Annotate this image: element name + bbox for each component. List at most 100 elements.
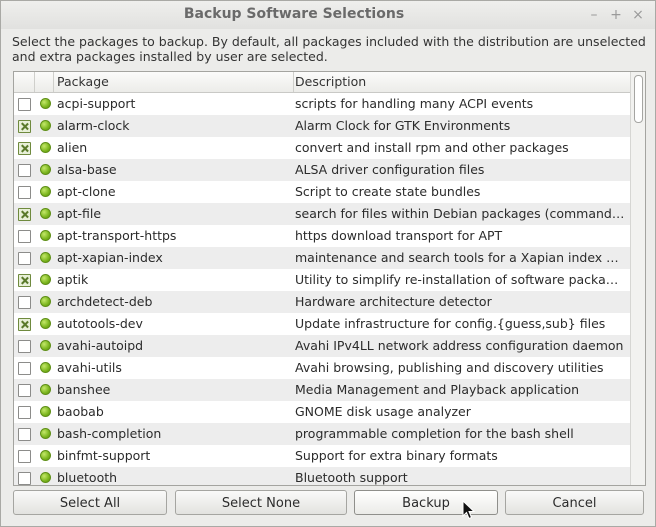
table-row[interactable]: alsa-base ALSA driver configuration files xyxy=(14,159,630,181)
status-dot-icon xyxy=(40,186,51,197)
table-row[interactable]: banshee Media Management and Playback app… xyxy=(14,379,630,401)
status-dot-icon xyxy=(40,98,51,109)
table-row[interactable]: baobab GNOME disk usage analyzer xyxy=(14,401,630,423)
package-description: Update infrastructure for config.{guess,… xyxy=(295,316,606,331)
package-name: alarm-clock xyxy=(57,118,130,133)
row-checkbox[interactable] xyxy=(18,472,31,485)
row-checkbox[interactable] xyxy=(18,252,31,265)
package-description: Support for extra binary formats xyxy=(295,448,498,463)
column-header-checkbox[interactable] xyxy=(14,72,35,92)
cancel-button[interactable]: Cancel xyxy=(505,490,644,515)
package-name: banshee xyxy=(57,382,111,397)
status-dot-icon xyxy=(40,142,51,153)
row-checkbox[interactable] xyxy=(18,406,31,419)
vertical-scrollbar[interactable] xyxy=(630,72,645,485)
table-row[interactable]: binfmt-support Support for extra binary f… xyxy=(14,445,630,467)
status-dot-icon xyxy=(40,296,51,307)
package-description: search for files within Debian packages … xyxy=(295,206,625,221)
package-rows: acpi-support scripts for handling many AC… xyxy=(14,93,630,485)
status-dot-icon xyxy=(40,384,51,395)
table-row[interactable]: avahi-utils Avahi browsing, publishing an… xyxy=(14,357,630,379)
package-name: autotools-dev xyxy=(57,316,143,331)
status-dot-icon xyxy=(40,362,51,373)
package-name: alien xyxy=(57,140,88,155)
package-list[interactable]: Package Description acpi-support scripts … xyxy=(13,71,646,486)
table-row[interactable]: alarm-clock Alarm Clock for GTK Environme… xyxy=(14,115,630,137)
table-row[interactable]: bash-completion programmable completion f… xyxy=(14,423,630,445)
row-checkbox[interactable] xyxy=(18,120,31,133)
row-checkbox[interactable] xyxy=(18,142,31,155)
status-dot-icon xyxy=(40,318,51,329)
package-name: apt-file xyxy=(57,206,102,221)
status-dot-icon xyxy=(40,428,51,439)
package-description: ALSA driver configuration files xyxy=(295,162,485,177)
column-header-description[interactable]: Description xyxy=(294,72,630,92)
table-row[interactable]: apt-transport-https https download transp… xyxy=(14,225,630,247)
package-name: aptik xyxy=(57,272,89,287)
row-checkbox[interactable] xyxy=(18,230,31,243)
column-header-package[interactable]: Package xyxy=(54,72,294,92)
status-dot-icon xyxy=(40,406,51,417)
package-description: scripts for handling many ACPI events xyxy=(295,96,534,111)
list-header: Package Description xyxy=(14,72,630,93)
row-checkbox[interactable] xyxy=(18,362,31,375)
scrollbar-thumb[interactable] xyxy=(634,75,643,123)
window-title: Backup Software Selections xyxy=(183,6,405,22)
row-checkbox[interactable] xyxy=(18,274,31,287)
package-name: baobab xyxy=(57,404,104,419)
package-description: convert and install rpm and other packag… xyxy=(295,140,569,155)
package-name: apt-clone xyxy=(57,184,116,199)
row-checkbox[interactable] xyxy=(18,450,31,463)
package-name: binfmt-support xyxy=(57,448,151,463)
table-row[interactable]: archdetect-deb Hardware architecture dete… xyxy=(14,291,630,313)
row-checkbox[interactable] xyxy=(18,164,31,177)
table-row[interactable]: apt-file search for files within Debian p… xyxy=(14,203,630,225)
row-checkbox[interactable] xyxy=(18,296,31,309)
status-dot-icon xyxy=(40,340,51,351)
table-row[interactable]: acpi-support scripts for handling many AC… xyxy=(14,93,630,115)
row-checkbox[interactable] xyxy=(18,186,31,199)
mouse-pointer-icon xyxy=(462,500,476,520)
package-name: avahi-autoipd xyxy=(57,338,144,353)
select-all-button[interactable]: Select All xyxy=(13,490,167,515)
status-dot-icon xyxy=(40,230,51,241)
table-row[interactable]: alien convert and install rpm and other p… xyxy=(14,137,630,159)
minimize-icon[interactable]: – xyxy=(585,6,603,24)
maximize-icon[interactable]: + xyxy=(607,6,625,24)
instructions-text: Select the packages to backup. By defaul… xyxy=(12,34,646,64)
row-checkbox[interactable] xyxy=(18,384,31,397)
title-bar[interactable]: Backup Software Selections – + × xyxy=(1,1,655,29)
package-name: alsa-base xyxy=(57,162,117,177)
status-dot-icon xyxy=(40,274,51,285)
column-header-status[interactable] xyxy=(35,72,54,92)
package-description: https download transport for APT xyxy=(295,228,503,243)
close-icon[interactable]: × xyxy=(629,6,647,24)
package-description: Media Management and Playback applicatio… xyxy=(295,382,580,397)
table-row[interactable]: autotools-dev Update infrastructure for c… xyxy=(14,313,630,335)
row-checkbox[interactable] xyxy=(18,98,31,111)
package-name: archdetect-deb xyxy=(57,294,153,309)
package-description: programmable completion for the bash she… xyxy=(295,426,574,441)
row-checkbox[interactable] xyxy=(18,340,31,353)
status-dot-icon xyxy=(40,164,51,175)
status-dot-icon xyxy=(40,252,51,263)
select-none-button[interactable]: Select None xyxy=(175,490,347,515)
table-row[interactable]: bluetooth Bluetooth support xyxy=(14,467,630,485)
package-description: Avahi browsing, publishing and discovery… xyxy=(295,360,604,375)
package-description: Hardware architecture detector xyxy=(295,294,492,309)
backup-button[interactable]: Backup xyxy=(354,490,498,515)
status-dot-icon xyxy=(40,208,51,219)
status-dot-icon xyxy=(40,472,51,483)
row-checkbox[interactable] xyxy=(18,208,31,221)
package-description: Alarm Clock for GTK Environments xyxy=(295,118,511,133)
package-description: Bluetooth support xyxy=(295,470,408,485)
row-checkbox[interactable] xyxy=(18,428,31,441)
status-dot-icon xyxy=(40,450,51,461)
table-row[interactable]: apt-clone Script to create state bundles xyxy=(14,181,630,203)
table-row[interactable]: aptik Utility to simplify re-installation… xyxy=(14,269,630,291)
table-row[interactable]: apt-xapian-index maintenance and search t… xyxy=(14,247,630,269)
package-description: Script to create state bundles xyxy=(295,184,481,199)
table-row[interactable]: avahi-autoipd Avahi IPv4LL network addres… xyxy=(14,335,630,357)
row-checkbox[interactable] xyxy=(18,318,31,331)
package-description: maintenance and search tools for a Xapia… xyxy=(295,250,625,265)
